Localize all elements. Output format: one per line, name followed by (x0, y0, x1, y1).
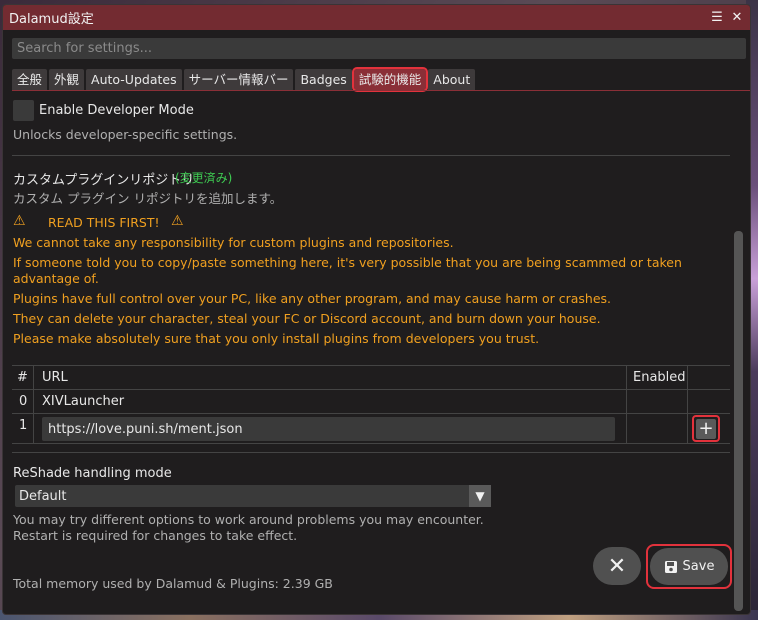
close-icon: ✕ (607, 553, 627, 579)
row-index: 1 (19, 418, 28, 433)
reshade-mode-select[interactable]: Default ▼ (15, 485, 491, 507)
table-border (12, 365, 730, 366)
tab-experimental[interactable]: 試験的機能 (351, 67, 429, 92)
column-header-index: # (17, 370, 28, 385)
warning-heading: READ THIS FIRST! (48, 215, 160, 230)
row-url: XIVLauncher (42, 394, 125, 409)
settings-window: Dalamud設定 ☰ ✕ 全般 外観 Auto-Updates サーバー情報バ… (2, 4, 751, 615)
divider (12, 155, 730, 156)
reshade-help: Restart is required for changes to take … (13, 528, 298, 543)
scrollbar-thumb[interactable] (734, 231, 743, 611)
row-index: 0 (19, 394, 28, 409)
save-button-highlight: Save (646, 544, 732, 589)
table-border (12, 389, 730, 390)
settings-content: Enable Developer Mode Unlocks developer-… (3, 91, 750, 614)
add-repo-button[interactable]: + (692, 415, 720, 442)
search-input[interactable] (12, 38, 746, 59)
save-label: Save (682, 559, 715, 574)
warning-line: If someone told you to copy/paste someth… (13, 255, 682, 270)
warning-line: They can delete your character, steal yo… (13, 311, 601, 326)
table-border (12, 443, 730, 444)
title-bar[interactable]: Dalamud設定 ☰ ✕ (3, 5, 750, 30)
warning-line: advantage of. (13, 271, 99, 286)
warning-line: Please make absolutely sure that you onl… (13, 331, 540, 346)
scrollbar[interactable] (734, 231, 743, 611)
reshade-help: You may try different options to work ar… (13, 512, 484, 527)
column-header-enabled: Enabled (633, 370, 686, 385)
divider (12, 452, 730, 453)
table-column-divider (626, 365, 627, 443)
table-column-divider (687, 365, 688, 443)
tab-appearance[interactable]: 外観 (49, 69, 85, 90)
plus-icon: + (696, 418, 716, 439)
repo-url-input[interactable] (42, 417, 615, 441)
dev-mode-description: Unlocks developer-specific settings. (13, 127, 238, 142)
tab-badges[interactable]: Badges (295, 69, 352, 90)
warning-icon: ⚠ (13, 213, 26, 229)
section-title: カスタムプラグインリポジトリ (13, 173, 195, 188)
reshade-title: ReShade handling mode (13, 466, 172, 481)
section-description: カスタム プラグイン リポジトリを追加します。 (13, 191, 283, 206)
tab-server-info-bar[interactable]: サーバー情報バー (183, 69, 294, 90)
floppy-disk-icon (664, 560, 677, 573)
table-column-divider (33, 365, 34, 443)
warning-line: We cannot take any responsibility for cu… (13, 235, 454, 250)
dev-mode-label: Enable Developer Mode (39, 103, 194, 118)
warning-line: Plugins have full control over your PC, … (13, 291, 612, 306)
menu-icon[interactable]: ☰ (710, 10, 724, 25)
close-button[interactable]: ✕ (593, 547, 641, 585)
close-icon[interactable]: ✕ (730, 10, 744, 25)
window-title: Dalamud設定 (9, 12, 94, 27)
tab-auto-updates[interactable]: Auto-Updates (86, 69, 182, 90)
reshade-mode-value: Default (19, 488, 67, 504)
warning-icon: ⚠ (171, 213, 184, 229)
column-header-url: URL (42, 370, 68, 385)
memory-usage: Total memory used by Dalamud & Plugins: … (13, 576, 333, 591)
tab-general[interactable]: 全般 (12, 69, 48, 90)
tab-bar: 全般 外観 Auto-Updates サーバー情報バー Badges 試験的機能… (12, 67, 476, 92)
tab-about[interactable]: About (428, 69, 476, 90)
table-border (12, 413, 730, 414)
dev-mode-checkbox[interactable] (13, 100, 34, 121)
changed-badge: (変更済み) (175, 171, 233, 185)
save-button[interactable]: Save (650, 548, 728, 585)
dropdown-arrow-icon: ▼ (469, 485, 491, 507)
